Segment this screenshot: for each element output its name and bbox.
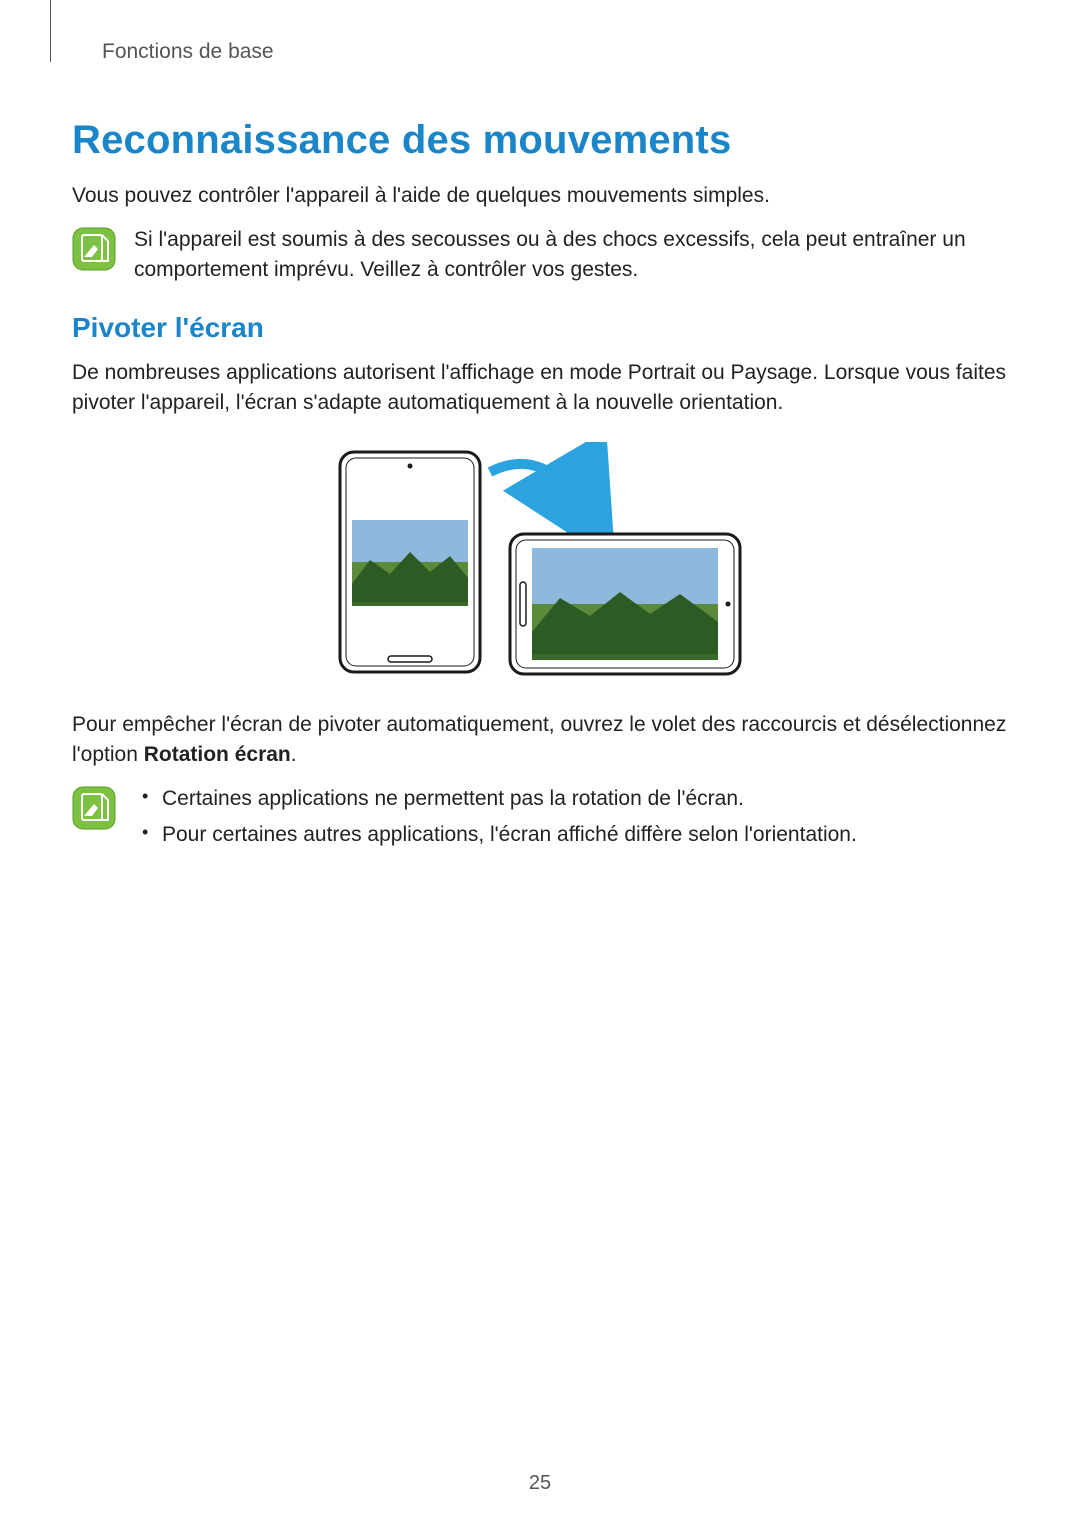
note-block-1: Si l'appareil est soumis à des secousses… (72, 225, 1008, 285)
note-1-text: Si l'appareil est soumis à des secousses… (134, 225, 1008, 285)
section-subtitle: Pivoter l'écran (72, 312, 1008, 344)
side-rule (50, 0, 51, 62)
page-title: Reconnaissance des mouvements (72, 118, 1008, 163)
page-number: 25 (0, 1472, 1080, 1495)
paragraph-2: Pour empêcher l'écran de pivoter automat… (72, 710, 1008, 770)
info-note-icon (72, 227, 116, 271)
bullet-2: Pour certaines autres applications, l'éc… (134, 820, 1008, 850)
paragraph-2-c: . (291, 743, 297, 766)
paragraph-2-bold: Rotation écran (144, 743, 291, 766)
note-block-2: Certaines applications ne permettent pas… (72, 784, 1008, 856)
bullet-1: Certaines applications ne permettent pas… (134, 784, 1008, 814)
rotate-screen-illustration (72, 442, 1008, 682)
intro-paragraph: Vous pouvez contrôler l'appareil à l'aid… (72, 181, 1008, 211)
note-2-bullets: Certaines applications ne permettent pas… (134, 784, 1008, 856)
breadcrumb: Fonctions de base (102, 40, 1008, 64)
info-note-icon (72, 786, 116, 830)
document-page: Fonctions de base Reconnaissance des mou… (0, 0, 1080, 1527)
paragraph-1: De nombreuses applications autorisent l'… (72, 358, 1008, 418)
